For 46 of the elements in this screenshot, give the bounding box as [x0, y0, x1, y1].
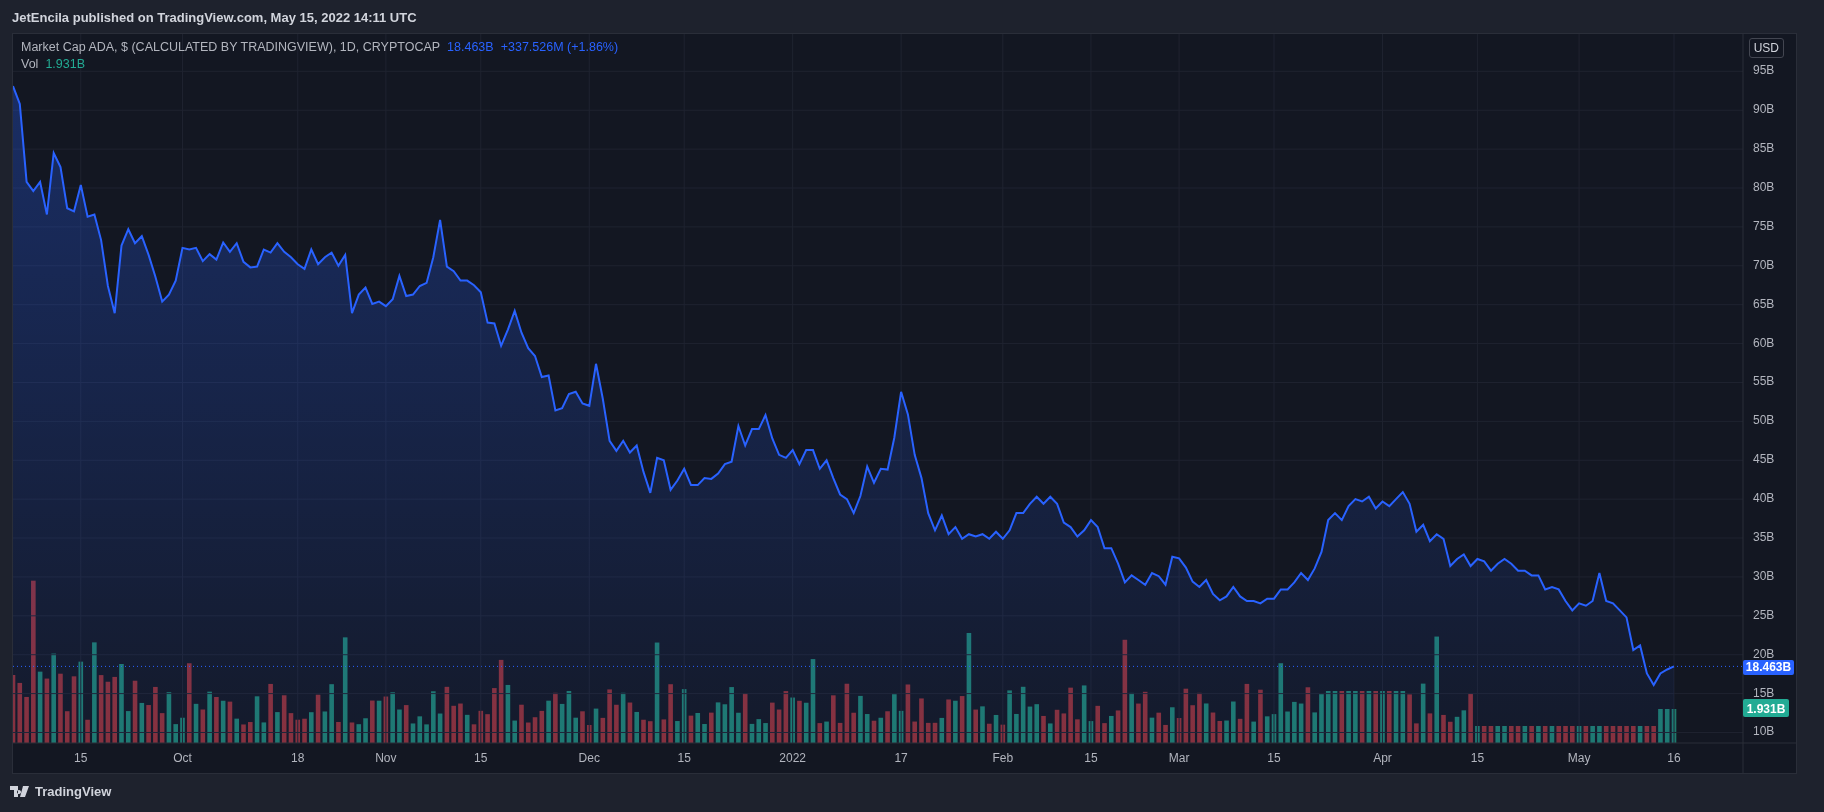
currency-button[interactable]: USD — [1748, 38, 1784, 58]
axis-tick-label: 40B — [1753, 491, 1775, 506]
axis-tick-label: Dec — [578, 751, 600, 765]
axis-tick-label: Apr — [1373, 751, 1392, 765]
axis-tick-label: 70B — [1753, 257, 1775, 272]
volume-value: 1.931B — [45, 57, 85, 71]
axis-tick-label: 15 — [677, 751, 691, 765]
axis-tick-label: 2022 — [779, 751, 806, 765]
axis-tick-label: 35B — [1753, 530, 1775, 545]
axis-tick-label: 65B — [1753, 296, 1775, 311]
volume-name: Vol — [21, 57, 39, 71]
price-tag: 18.463B — [1743, 659, 1794, 675]
axis-tick-label: 90B — [1753, 102, 1775, 117]
publish-info: JetEncila published on TradingView.com, May 15, 2022 14:11 UTC — [11, 9, 418, 27]
axis-tick-label: 50B — [1753, 413, 1775, 428]
axis-tick-label: 17 — [894, 751, 908, 765]
axis-tick-label: 85B — [1753, 141, 1775, 156]
logo-icon — [10, 786, 29, 797]
axis-tick-label: Nov — [375, 751, 397, 765]
axis-tick-label: 16 — [1667, 751, 1681, 765]
axis-tick-label: 18 — [291, 751, 305, 765]
axis-tick-label: Mar — [1168, 751, 1190, 765]
axis-tick-label: 75B — [1753, 218, 1775, 233]
axis-tick-label: 55B — [1753, 374, 1775, 389]
volume-tag: 1.931B — [1743, 699, 1789, 717]
axis-tick-label: 15 — [474, 751, 488, 765]
symbol-title: Market Cap ADA, $ (CALCULATED BY TRADINGVIEW), 1D, CRYPTOCAP — [21, 40, 441, 54]
axis-tick-label: Oct — [173, 751, 192, 765]
axis-tick-label: 20B — [1753, 646, 1775, 661]
axis-tick-label: Feb — [992, 751, 1014, 765]
price-value: 18.463B — [447, 40, 494, 54]
axis-tick-label: 15B — [1753, 685, 1775, 700]
axis-tick-label: 45B — [1753, 452, 1775, 467]
axis-tick-label: 60B — [1753, 335, 1775, 350]
price-change: +337.526M (+1.86%) — [500, 40, 619, 54]
axis-tick-label: 15 — [1267, 751, 1281, 765]
axis-tick-label: 95B — [1753, 63, 1775, 78]
axis-tick-label: 15 — [1470, 751, 1485, 765]
axis-tick-label: 30B — [1753, 568, 1775, 583]
axis-tick-label: 25B — [1753, 607, 1775, 622]
axis-tick-label: 15 — [1084, 751, 1098, 765]
brand-name: TradingView — [35, 784, 112, 799]
axis-tick-label: 80B — [1753, 180, 1775, 194]
axis-tick-label: 15 — [74, 751, 88, 765]
axis-tick-label: 10B — [1753, 724, 1775, 739]
axis-tick-label: May — [1567, 751, 1591, 765]
